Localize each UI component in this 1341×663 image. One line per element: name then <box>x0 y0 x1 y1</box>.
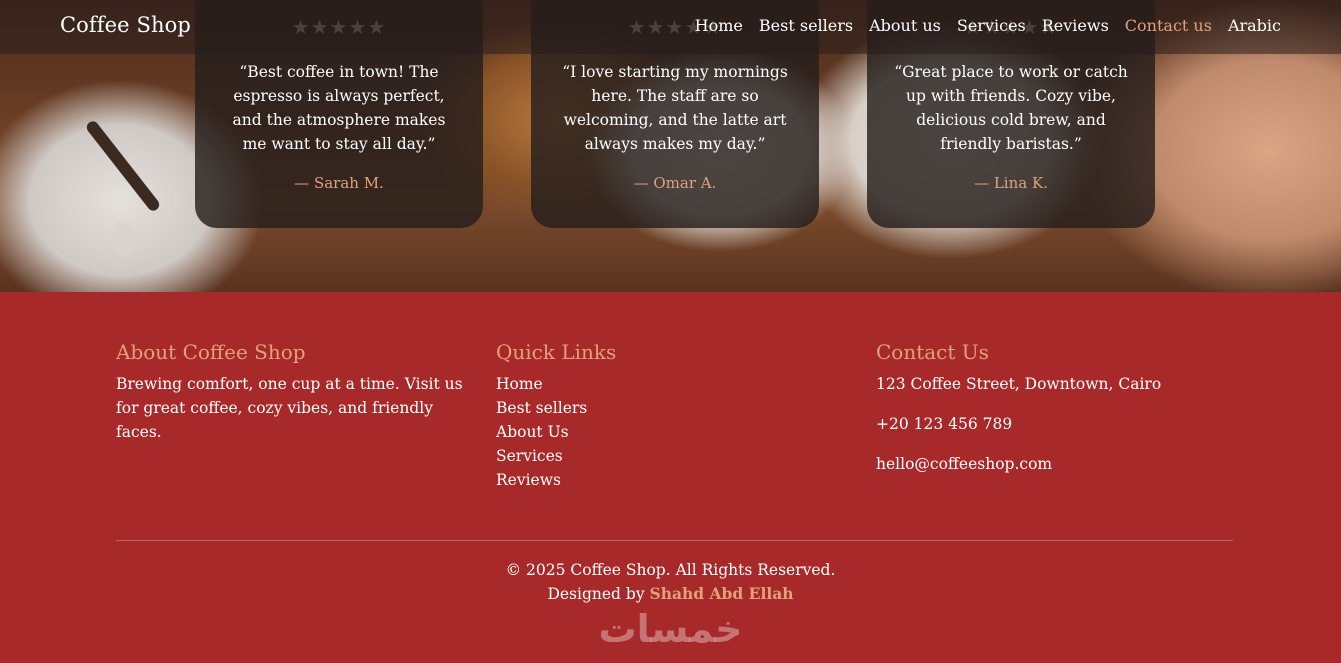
testimonial-quote: “Best coffee in town! The espresso is al… <box>232 63 446 153</box>
footer-contact: Contact Us 123 Coffee Street, Downtown, … <box>876 340 1226 492</box>
navbar: Coffee Shop Home Best sellers About us S… <box>0 0 1341 54</box>
nav-link-arabic[interactable]: Arabic <box>1228 16 1281 35</box>
designed-by-label: Designed by <box>547 585 645 603</box>
designed-by-line: Designed by Shahd Abd Ellah <box>0 582 1341 606</box>
spoon-decoration <box>84 118 162 214</box>
footer-divider <box>116 540 1233 541</box>
nav-link-contact-us[interactable]: Contact us <box>1125 16 1212 35</box>
nav-link-home[interactable]: Home <box>695 16 743 35</box>
testimonial-author: — Lina K. <box>974 174 1048 192</box>
footer-link-about-us[interactable]: About Us <box>496 420 796 444</box>
testimonial-quote: “Great place to work or catch up with fr… <box>894 63 1128 153</box>
nav-link-services[interactable]: Services <box>957 16 1026 35</box>
nav-link-about-us[interactable]: About us <box>869 16 941 35</box>
testimonial-author: — Omar A. <box>633 174 717 192</box>
footer-about: About Coffee Shop Brewing comfort, one c… <box>116 340 466 444</box>
footer-about-text: Brewing comfort, one cup at a time. Visi… <box>116 375 463 441</box>
designer-name[interactable]: Shahd Abd Ellah <box>650 584 794 603</box>
footer-link-reviews[interactable]: Reviews <box>496 468 796 492</box>
footer-quick-links: Quick Links Home Best sellers About Us S… <box>496 340 796 492</box>
footer-link-services[interactable]: Services <box>496 444 796 468</box>
contact-phone[interactable]: +20 123 456 789 <box>876 412 1226 436</box>
contact-email[interactable]: hello@coffeeshop.com <box>876 452 1226 476</box>
testimonial-quote: “I love starting my mornings here. The s… <box>562 63 788 153</box>
footer-link-home[interactable]: Home <box>496 372 796 396</box>
copyright-text: © 2025 Coffee Shop. All Rights Reserved. <box>505 561 836 579</box>
nav-link-reviews[interactable]: Reviews <box>1042 16 1109 35</box>
footer-about-title: About Coffee Shop <box>116 340 306 364</box>
spoon-head-decoration <box>110 222 136 256</box>
footer-contact-title: Contact Us <box>876 340 989 364</box>
nav-links: Home Best sellers About us Services Revi… <box>695 16 1281 35</box>
footer-copyright-block: © 2025 Coffee Shop. All Rights Reserved.… <box>0 558 1341 606</box>
footer-quick-links-title: Quick Links <box>496 340 617 364</box>
footer-link-best-sellers[interactable]: Best sellers <box>496 396 796 420</box>
contact-address: 123 Coffee Street, Downtown, Cairo <box>876 375 1162 393</box>
brand-logo[interactable]: Coffee Shop <box>60 13 191 37</box>
nav-link-best-sellers[interactable]: Best sellers <box>759 16 853 35</box>
testimonial-author: — Sarah M. <box>294 174 384 192</box>
watermark-logo: خمسات <box>598 607 743 651</box>
